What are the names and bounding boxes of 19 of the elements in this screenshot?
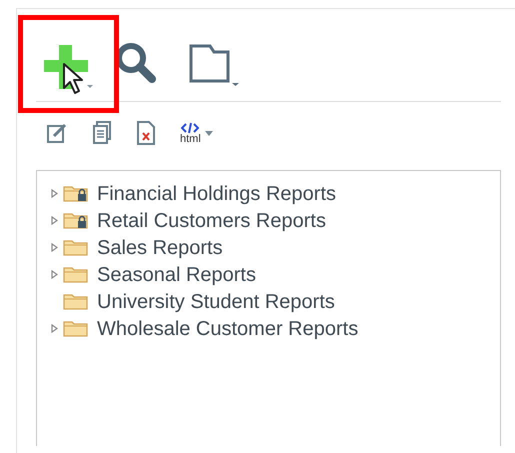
tree-item[interactable]: University Student Reports — [97, 292, 335, 312]
expand-arrow-icon[interactable] — [51, 243, 58, 252]
cursor-icon — [62, 62, 84, 96]
tree-item[interactable]: Retail Customers Reports — [97, 210, 326, 230]
expand-arrow-icon[interactable] — [51, 216, 58, 225]
tree-item[interactable]: Seasonal Reports — [97, 264, 256, 284]
tree-item[interactable]: Sales Reports — [97, 238, 223, 258]
edit-icon[interactable] — [46, 122, 68, 144]
expand-arrow-icon[interactable] — [51, 324, 58, 333]
document-icon[interactable] — [92, 121, 112, 145]
folder-icon[interactable] — [188, 43, 240, 87]
tree-item[interactable]: Financial Holdings Reports — [97, 184, 336, 204]
delete-file-icon[interactable] — [136, 121, 156, 145]
code-icon — [181, 122, 200, 134]
html-button[interactable]: html — [180, 122, 213, 144]
expand-arrow-icon[interactable] — [51, 270, 58, 279]
tree-item[interactable]: Wholesale Customer Reports — [97, 318, 358, 338]
expand-arrow-icon[interactable] — [51, 189, 58, 198]
caret-icon — [204, 130, 213, 136]
